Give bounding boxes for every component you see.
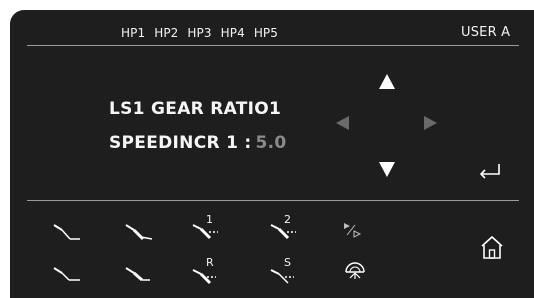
light-icon[interactable] [338,258,372,288]
handpiece-5-icon[interactable] [50,260,84,290]
arrow-down-icon[interactable] [379,162,395,177]
handpiece-3-label: 1 [206,213,213,226]
tab-hp3[interactable]: HP3 [187,26,211,40]
enter-icon[interactable] [477,162,501,182]
control-panel: HP1 HP2 HP3 HP4 HP5 USER A LS1 GEAR RATI… [10,10,534,298]
handpiece-3-icon[interactable]: 1 [188,213,222,243]
handpiece-1-icon[interactable] [50,217,84,247]
handpiece-8-label: S [284,256,291,269]
play-pause-icon[interactable] [338,217,372,247]
tab-hp4[interactable]: HP4 [221,26,245,40]
tab-hp5[interactable]: HP5 [254,26,278,40]
setting-title: LS1 GEAR RATIO1 [109,99,282,119]
handpiece-4-label: 2 [284,213,291,226]
handpiece-4-icon[interactable]: 2 [266,213,300,243]
handpiece-7-icon[interactable]: R [188,256,222,288]
user-label[interactable]: USER A [461,25,510,40]
speed-label: SPEEDINCR 1 : [109,133,252,153]
tab-hp1[interactable]: HP1 [121,26,145,40]
home-icon[interactable] [480,234,504,260]
speed-value[interactable]: 5.0 [256,133,287,153]
arrow-left-icon[interactable] [336,116,349,130]
speed-setting: SPEEDINCR 1 :5.0 [109,133,287,153]
arrow-up-icon[interactable] [379,74,395,89]
handpiece-6-icon[interactable] [122,260,156,290]
arrow-right-icon[interactable] [424,116,437,130]
handpiece-tabs: HP1 HP2 HP3 HP4 HP5 [121,26,287,40]
footer-divider [27,200,519,201]
handpiece-2-icon[interactable] [122,217,156,247]
tab-hp2[interactable]: HP2 [154,26,178,40]
handpiece-7-label: R [206,256,214,269]
header-divider [27,45,519,46]
handpiece-8-icon[interactable]: S [266,256,300,288]
